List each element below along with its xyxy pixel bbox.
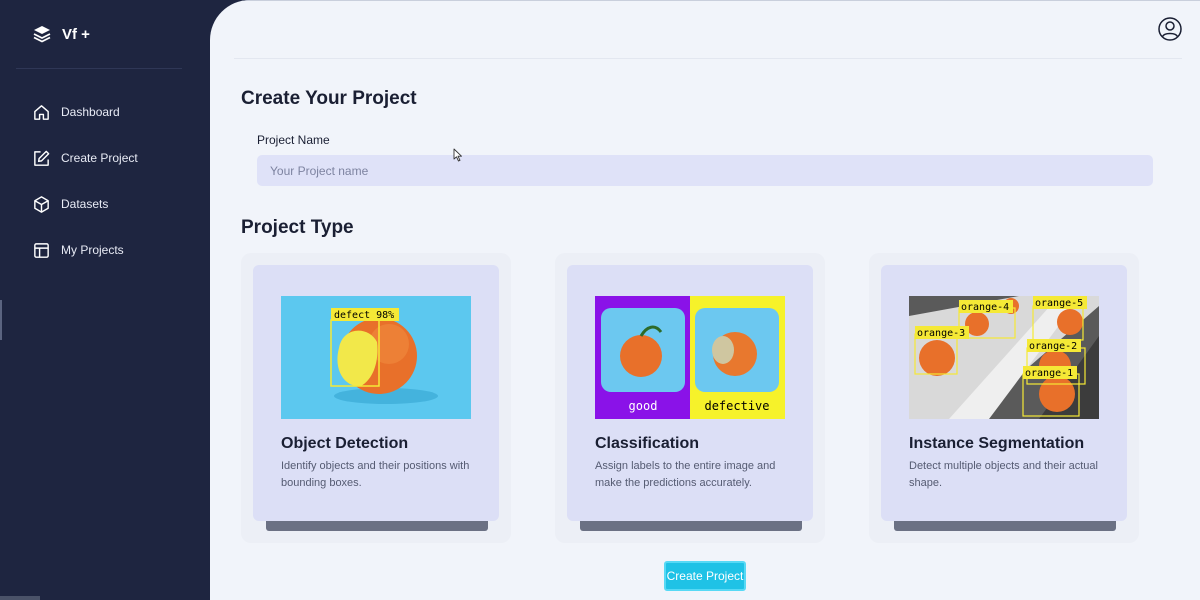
sidebar-item-create-project[interactable]: Create Project xyxy=(32,146,138,170)
header-divider xyxy=(234,58,1182,59)
card-title: Classification xyxy=(595,435,700,452)
card-title: Instance Segmentation xyxy=(909,435,1085,452)
sidebar: Vf + Dashboard Create Project Datasets M… xyxy=(0,0,232,600)
detection-label: defect 98% xyxy=(334,310,394,321)
segment-label: orange-2 xyxy=(1029,341,1077,352)
project-type-card-instance-segmentation[interactable]: orange-4 orange-5 orange-3 orange-2 oran… xyxy=(881,265,1127,521)
create-project-button[interactable]: Create Project xyxy=(664,561,746,591)
project-type-card-object-detection[interactable]: defect 98% Object Detection Identify obj… xyxy=(253,265,499,521)
top-border xyxy=(210,0,1200,1)
home-icon xyxy=(32,103,51,122)
sidebar-item-datasets[interactable]: Datasets xyxy=(32,192,138,216)
project-type-card-wrapper: orange-4 orange-5 orange-3 orange-2 oran… xyxy=(869,253,1139,543)
section-title-project-type: Project Type xyxy=(241,217,354,238)
segment-label: orange-4 xyxy=(961,302,1009,313)
classification-illustration: good defective xyxy=(595,296,785,419)
layers-icon xyxy=(32,24,52,44)
class-label-good: good xyxy=(629,399,658,413)
project-type-card-classification[interactable]: good defective Classification Assign lab… xyxy=(567,265,813,521)
box-icon xyxy=(32,195,51,214)
sidebar-divider xyxy=(16,68,182,69)
edit-icon xyxy=(32,149,51,168)
segment-label: orange-3 xyxy=(917,328,965,339)
user-circle-icon xyxy=(1158,17,1182,41)
project-type-card-wrapper: good defective Classification Assign lab… xyxy=(555,253,825,543)
project-type-card-wrapper: defect 98% Object Detection Identify obj… xyxy=(241,253,511,543)
project-name-label: Project Name xyxy=(257,133,330,147)
card-description: Assign labels to the entire image and ma… xyxy=(595,460,776,489)
sidebar-item-label: My Projects xyxy=(61,243,124,257)
sidebar-item-my-projects[interactable]: My Projects xyxy=(32,238,138,262)
card-description: Detect multiple objects and their actual… xyxy=(909,460,1098,489)
project-name-input[interactable] xyxy=(257,155,1153,186)
class-label-defective: defective xyxy=(704,399,769,413)
object-detection-illustration: defect 98% xyxy=(281,296,471,419)
card-description: Identify objects and their positions wit… xyxy=(281,460,470,489)
brand[interactable]: Vf + xyxy=(32,24,90,44)
window-edge xyxy=(0,300,2,340)
main-panel: Create Your Project Project Name Project… xyxy=(210,0,1200,600)
sidebar-item-dashboard[interactable]: Dashboard xyxy=(32,100,138,124)
segment-label: orange-1 xyxy=(1025,368,1073,379)
sidebar-nav: Dashboard Create Project Datasets My Pro… xyxy=(32,100,138,284)
window-edge xyxy=(0,596,40,600)
user-avatar-button[interactable] xyxy=(1158,17,1182,41)
sidebar-item-label: Datasets xyxy=(61,197,109,211)
sidebar-item-label: Dashboard xyxy=(61,105,120,119)
mouse-cursor-icon xyxy=(453,148,462,162)
card-title: Object Detection xyxy=(281,435,409,452)
app-window: Vf + Dashboard Create Project Datasets M… xyxy=(0,0,1200,600)
segment-label: orange-5 xyxy=(1035,298,1083,309)
page-title: Create Your Project xyxy=(241,88,417,109)
brand-name: Vf + xyxy=(62,25,90,43)
layout-icon xyxy=(32,241,51,260)
instance-segmentation-illustration: orange-4 orange-5 orange-3 orange-2 oran… xyxy=(909,296,1099,419)
sidebar-item-label: Create Project xyxy=(61,151,138,165)
